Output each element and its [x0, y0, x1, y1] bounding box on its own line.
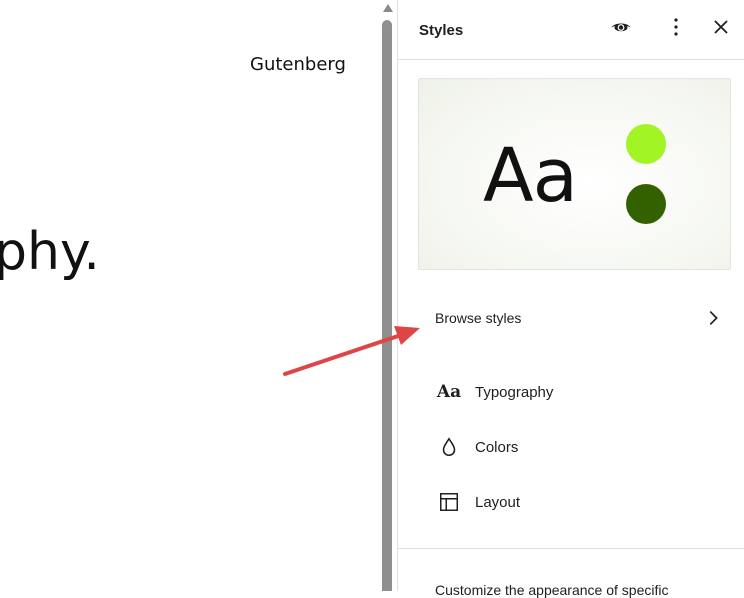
chevron-right-icon — [702, 307, 724, 334]
blocks-description: Customize the appearance of specific — [435, 582, 669, 598]
style-preview[interactable]: Aa — [418, 78, 731, 270]
site-title[interactable]: Gutenberg — [250, 54, 346, 75]
layout-icon — [437, 491, 461, 513]
sidebar-header: Styles — [398, 0, 744, 60]
canvas-scrollbar[interactable] — [380, 0, 396, 591]
more-options-button[interactable] — [662, 15, 690, 43]
heading-text[interactable]: phy. — [0, 222, 100, 282]
styles-sidebar: Styles Aa Browse styles Aa Typography Co… — [398, 0, 744, 598]
scroll-up-arrow-icon[interactable] — [383, 4, 393, 12]
scroll-thumb[interactable] — [382, 20, 392, 591]
section-divider — [398, 548, 744, 549]
preview-color-swatch-primary — [626, 124, 666, 164]
close-icon — [709, 15, 733, 44]
more-vertical-icon — [664, 15, 688, 44]
nav-item-colors[interactable]: Colors — [418, 425, 728, 469]
nav-item-label: Colors — [475, 439, 519, 456]
nav-item-layout[interactable]: Layout — [418, 480, 728, 524]
nav-item-label: Typography — [475, 384, 554, 401]
eye-icon — [609, 15, 633, 44]
sidebar-title: Styles — [419, 22, 464, 39]
typography-icon: Aa — [436, 382, 462, 402]
droplet-icon — [437, 436, 461, 458]
nav-item-typography[interactable]: Aa Typography — [418, 370, 728, 414]
style-book-button[interactable] — [607, 15, 635, 43]
nav-item-label: Layout — [475, 494, 521, 511]
preview-sample-text: Aa — [483, 133, 578, 219]
browse-styles-button[interactable]: Browse styles — [418, 296, 728, 340]
close-sidebar-button[interactable] — [707, 15, 735, 43]
editor-canvas: Gutenberg phy. — [0, 0, 380, 591]
preview-color-swatch-secondary — [626, 184, 666, 224]
browse-styles-label: Browse styles — [435, 310, 522, 326]
